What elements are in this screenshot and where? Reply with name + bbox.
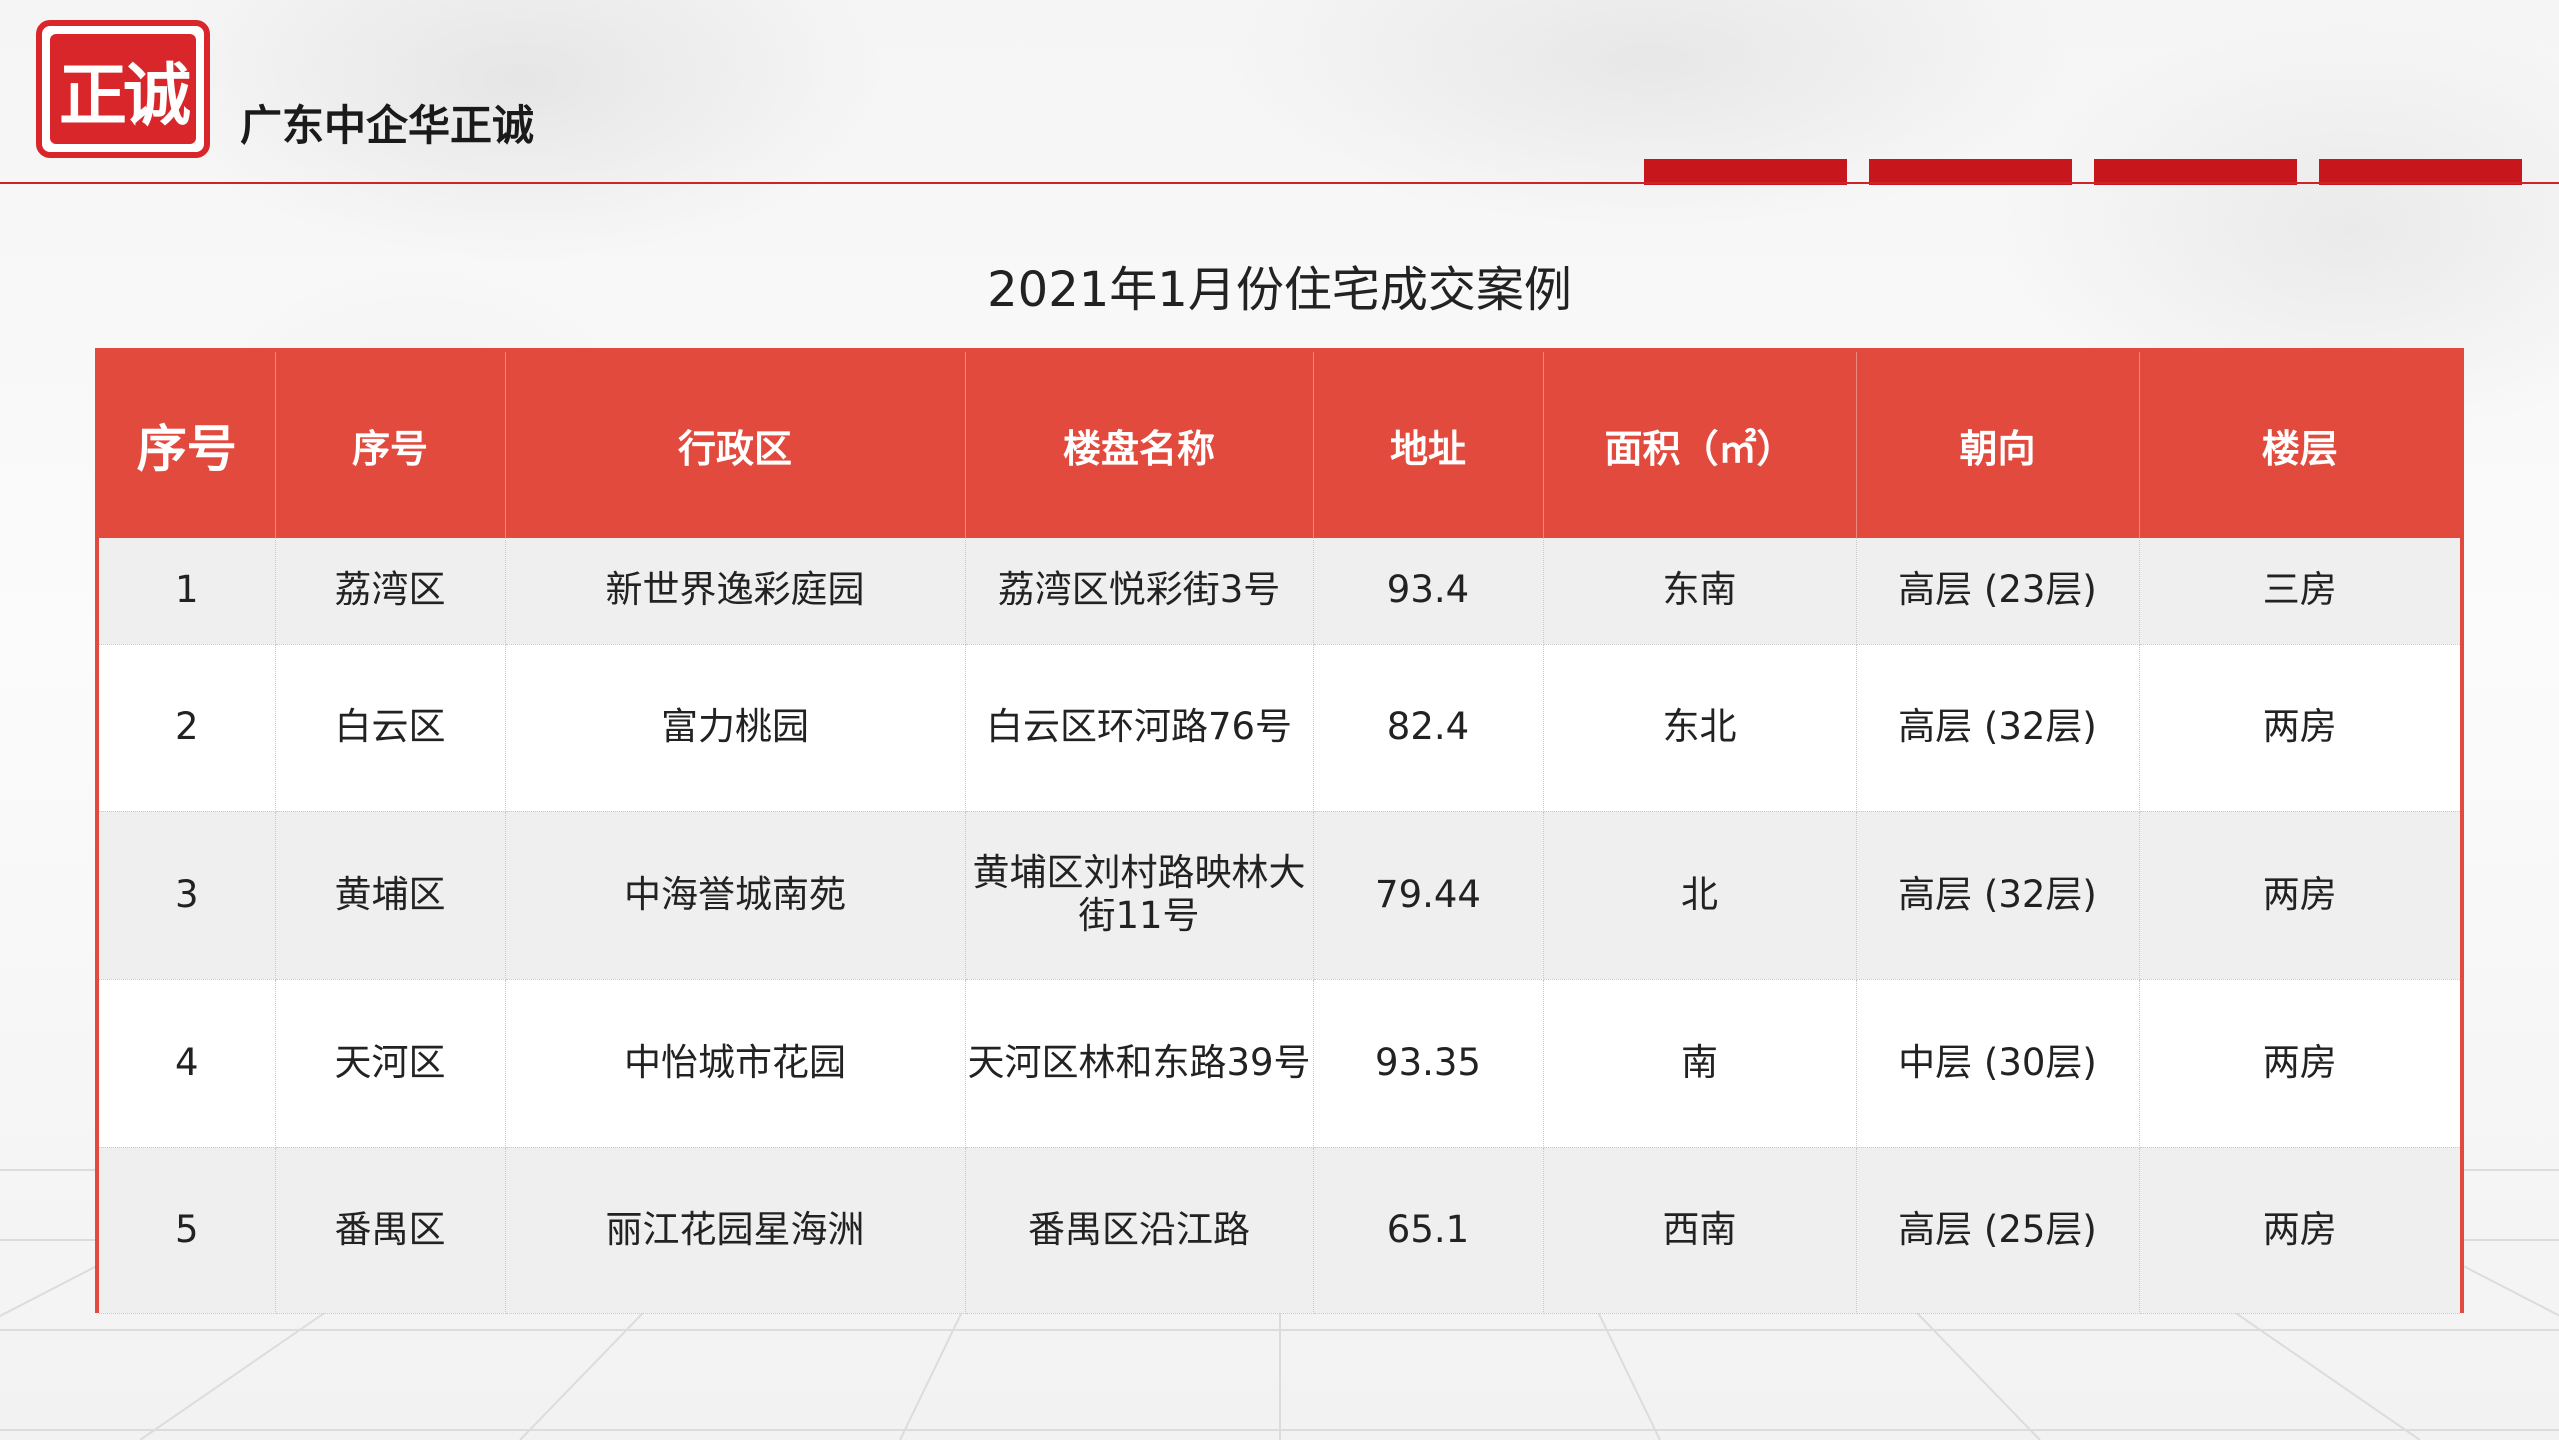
- table-cell: 79.44: [1313, 811, 1544, 980]
- table-cell: 两房: [2139, 979, 2460, 1148]
- column-header: 地址: [1313, 352, 1544, 538]
- table-row: 4 天河区 中怡城市花园 天河区林和东路39号 93.35 南 中层 (30层)…: [99, 979, 2460, 1148]
- table-cell: 1: [99, 538, 276, 645]
- table-row: 5 番禺区 丽江花园星海洲 番禺区沿江路 65.1 西南 高层 (25层) 两房: [99, 1147, 2460, 1314]
- table-row: 2 白云区 富力桃园 白云区环河路76号 82.4 东北 高层 (32层) 两房: [99, 644, 2460, 812]
- table-cell: 93.35: [1313, 979, 1544, 1148]
- column-header: 序号: [275, 352, 506, 538]
- table-cell: 南: [1543, 979, 1857, 1148]
- table-cell: 番禺区沿江路: [965, 1147, 1314, 1314]
- table-cell: 5: [99, 1147, 276, 1314]
- table-cell: 北: [1543, 811, 1857, 980]
- table-cell: 3: [99, 811, 276, 980]
- table-cell: 中怡城市花园: [505, 979, 966, 1148]
- table-cell: 富力桃园: [505, 644, 966, 812]
- table-cell: 65.1: [1313, 1147, 1544, 1314]
- table-cell: 中层 (30层): [1856, 979, 2140, 1148]
- table-cell: 82.4: [1313, 644, 1544, 812]
- table-cell: 高层 (25层): [1856, 1147, 2140, 1314]
- table-cell: 丽江花园星海洲: [505, 1147, 966, 1314]
- table-cell: 两房: [2139, 644, 2460, 812]
- column-header: 楼盘名称: [965, 352, 1314, 538]
- table-cell: 4: [99, 979, 276, 1148]
- table-row: 1 荔湾区 新世界逸彩庭园 荔湾区悦彩街3号 93.4 东南 高层 (23层) …: [99, 538, 2460, 645]
- table-row: 3 黄埔区 中海誉城南苑 黄埔区刘村路映林大街11号 79.44 北 高层 (3…: [99, 811, 2460, 980]
- header-divider: [0, 182, 2559, 184]
- table-cell: 中海誉城南苑: [505, 811, 966, 980]
- logo-text: 正诚: [50, 34, 196, 144]
- table-cell: 两房: [2139, 811, 2460, 980]
- table-cell: 两房: [2139, 1147, 2460, 1314]
- table-cell: 东南: [1543, 538, 1857, 645]
- table-cell: 黄埔区刘村路映林大街11号: [965, 811, 1314, 980]
- table-cell: 高层 (32层): [1856, 811, 2140, 980]
- company-logo: 正诚: [36, 20, 210, 158]
- table-cell: 2: [99, 644, 276, 812]
- page-title: 2021年1月份住宅成交案例: [987, 262, 1572, 318]
- transactions-table: 序号 序号 行政区 楼盘名称 地址 面积（㎡） 朝向 楼层 1 荔湾区 新世界逸…: [95, 348, 2464, 1314]
- table-cell: 荔湾区悦彩街3号: [965, 538, 1314, 645]
- table-cell: 东北: [1543, 644, 1857, 812]
- column-header: 面积（㎡）: [1543, 352, 1857, 538]
- table-cell: 荔湾区: [275, 538, 506, 645]
- table-cell: 西南: [1543, 1147, 1857, 1314]
- table-cell: 三房: [2139, 538, 2460, 645]
- table-cell: 黄埔区: [275, 811, 506, 980]
- table-cell: 93.4: [1313, 538, 1544, 645]
- table-cell: 白云区环河路76号: [965, 644, 1314, 812]
- table-header-row: 序号 序号 行政区 楼盘名称 地址 面积（㎡） 朝向 楼层: [99, 352, 2460, 538]
- column-header: 行政区: [505, 352, 966, 538]
- table-cell: 天河区: [275, 979, 506, 1148]
- table-cell: 天河区林和东路39号: [965, 979, 1314, 1148]
- table-cell: 高层 (32层): [1856, 644, 2140, 812]
- table-cell: 高层 (23层): [1856, 538, 2140, 645]
- column-header: 序号: [99, 352, 276, 538]
- table-cell: 白云区: [275, 644, 506, 812]
- table-cell: 番禺区: [275, 1147, 506, 1314]
- company-name: 广东中企华正诚: [240, 101, 535, 150]
- table-cell: 新世界逸彩庭园: [505, 538, 966, 645]
- column-header: 楼层: [2261, 426, 2338, 471]
- column-header: 朝向: [1856, 352, 2140, 538]
